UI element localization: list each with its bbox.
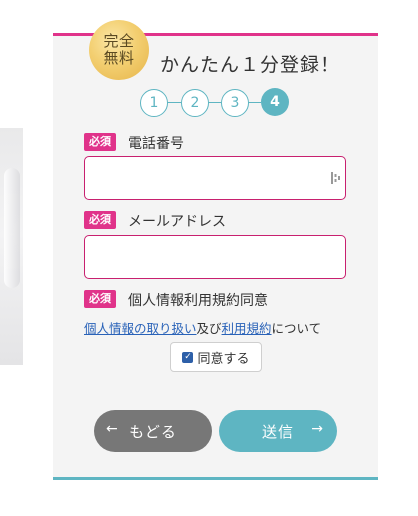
consent-connector: 及び bbox=[196, 321, 222, 336]
card-bottom-border bbox=[53, 477, 378, 480]
consent-label: 個人情報利用規約同意 bbox=[128, 293, 268, 309]
required-badge: 必須 bbox=[84, 290, 116, 308]
terms-link[interactable]: 利用規約 bbox=[222, 321, 272, 336]
required-badge: 必須 bbox=[84, 211, 116, 229]
back-button[interactable]: ← もどる bbox=[94, 410, 212, 452]
email-label: メールアドレス bbox=[128, 214, 226, 230]
arrow-right-icon: → bbox=[311, 421, 323, 437]
step-connector bbox=[167, 102, 181, 103]
step-4-current: 4 bbox=[261, 88, 289, 116]
email-input[interactable] bbox=[84, 235, 346, 279]
checkbox-checked-icon: ✓ bbox=[182, 351, 194, 363]
badge-line-1: 完全 bbox=[103, 32, 135, 50]
phone-label: 電話番号 bbox=[128, 136, 184, 152]
agree-checkbox-label: 同意する bbox=[197, 351, 250, 367]
consent-suffix: について bbox=[271, 321, 322, 336]
background-photo bbox=[0, 128, 23, 365]
step-3: 3 bbox=[221, 89, 249, 117]
page-title: かんたん１分登録！ bbox=[160, 54, 341, 76]
badge-line-2: 無料 bbox=[103, 49, 135, 67]
phone-input[interactable] bbox=[84, 156, 346, 200]
submit-button[interactable]: 送信 → bbox=[219, 410, 337, 452]
privacy-policy-link[interactable]: 個人情報の取り扱い bbox=[84, 321, 197, 336]
arrow-left-icon: ← bbox=[106, 421, 118, 437]
agree-checkbox[interactable]: ✓ 同意する bbox=[170, 342, 262, 372]
step-connector bbox=[248, 102, 261, 103]
free-badge: 完全 無料 bbox=[89, 20, 149, 80]
step-1: 1 bbox=[140, 89, 168, 117]
step-2: 2 bbox=[181, 89, 209, 117]
autofill-icon[interactable] bbox=[331, 172, 340, 184]
required-badge: 必須 bbox=[84, 133, 116, 151]
consent-text: 個人情報の取り扱い及び利用規約について bbox=[84, 318, 321, 337]
step-connector bbox=[208, 102, 221, 103]
